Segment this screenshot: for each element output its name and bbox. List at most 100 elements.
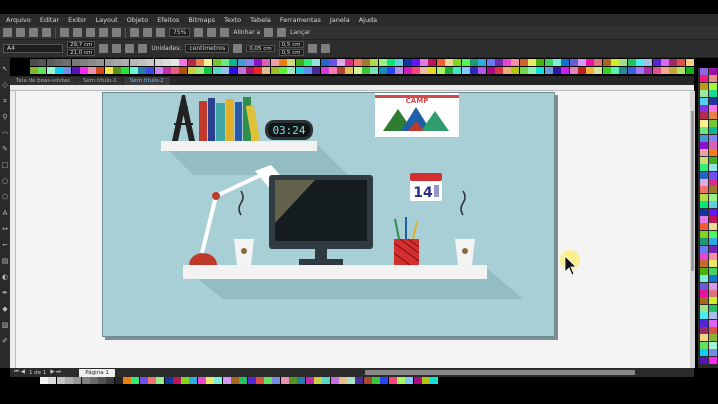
color-swatch[interactable]: [709, 68, 717, 75]
color-swatch[interactable]: [700, 230, 708, 238]
color-swatch[interactable]: [106, 377, 115, 384]
color-swatch[interactable]: [279, 59, 287, 66]
color-swatch[interactable]: [206, 377, 214, 384]
color-swatch[interactable]: [635, 59, 644, 66]
color-swatch[interactable]: [700, 216, 708, 223]
outline-pen-icon[interactable]: ✐: [1, 338, 9, 345]
color-swatch[interactable]: [312, 67, 321, 74]
color-swatch[interactable]: [700, 245, 708, 253]
color-swatch[interactable]: [700, 97, 708, 105]
color-swatch[interactable]: [312, 59, 321, 66]
color-swatch[interactable]: [46, 59, 55, 66]
color-swatch[interactable]: [528, 67, 536, 74]
color-swatch[interactable]: [386, 59, 395, 66]
color-swatch[interactable]: [700, 238, 708, 246]
scroll-thumb[interactable]: [691, 111, 694, 271]
color-swatch[interactable]: [700, 193, 708, 201]
color-swatch[interactable]: [347, 377, 356, 384]
color-swatch[interactable]: [709, 201, 717, 209]
color-swatch[interactable]: [445, 67, 453, 74]
cut-icon[interactable]: [60, 28, 69, 37]
color-swatch[interactable]: [709, 341, 717, 349]
color-swatch[interactable]: [569, 59, 578, 66]
color-swatch[interactable]: [79, 67, 88, 74]
drawing-page[interactable]: 03:24 CAMP 14: [102, 92, 555, 337]
color-swatch[interactable]: [64, 377, 73, 384]
zoom-tool-icon[interactable]: ⚲: [1, 114, 9, 121]
publish-pdf-icon[interactable]: [156, 28, 165, 37]
color-swatch[interactable]: [700, 164, 708, 172]
color-swatch[interactable]: [709, 267, 717, 275]
color-swatch[interactable]: [171, 59, 180, 66]
digital-clock[interactable]: 03:24: [265, 120, 313, 140]
color-swatch[interactable]: [511, 67, 520, 74]
color-swatch[interactable]: [212, 59, 221, 66]
desk-top[interactable]: [183, 265, 487, 279]
color-swatch[interactable]: [38, 59, 47, 66]
color-swatch[interactable]: [104, 59, 113, 66]
zoom-level-select[interactable]: 75%: [169, 28, 191, 37]
color-swatch[interactable]: [96, 67, 105, 74]
top-shelf[interactable]: [161, 141, 317, 151]
color-swatch[interactable]: [403, 59, 412, 66]
color-swatch[interactable]: [528, 59, 536, 66]
color-swatch[interactable]: [461, 59, 470, 66]
horizontal-scrollbar[interactable]: [365, 370, 635, 375]
color-swatch[interactable]: [337, 59, 346, 66]
color-swatch[interactable]: [709, 119, 717, 127]
color-swatch[interactable]: [197, 377, 206, 384]
color-swatch[interactable]: [237, 67, 246, 74]
color-swatch[interactable]: [669, 67, 678, 74]
copy-icon[interactable]: [73, 28, 82, 37]
color-swatch[interactable]: [71, 59, 80, 66]
color-swatch[interactable]: [700, 134, 708, 142]
color-swatch[interactable]: [700, 171, 708, 179]
color-swatch[interactable]: [229, 59, 238, 66]
color-swatch[interactable]: [129, 59, 138, 66]
color-swatch[interactable]: [709, 149, 717, 157]
color-swatch[interactable]: [709, 171, 717, 179]
color-swatch[interactable]: [709, 179, 717, 186]
document-tab[interactable]: Tela de boas-vindas: [10, 77, 77, 85]
color-swatch[interactable]: [700, 186, 708, 194]
nudge-distance-field[interactable]: 0,05 cm: [246, 45, 275, 52]
color-swatch[interactable]: [264, 377, 273, 384]
color-swatch[interactable]: [700, 253, 708, 260]
color-swatch[interactable]: [63, 59, 72, 66]
color-swatch[interactable]: [700, 267, 708, 275]
color-swatch[interactable]: [478, 67, 487, 74]
color-swatch[interactable]: [602, 59, 611, 66]
pick-tool-icon[interactable]: ↖: [1, 66, 9, 73]
color-swatch[interactable]: [709, 164, 717, 172]
color-swatch[interactable]: [38, 67, 47, 74]
color-swatch[interactable]: [700, 356, 708, 364]
color-swatch[interactable]: [245, 59, 254, 66]
color-swatch[interactable]: [370, 59, 379, 66]
next-page-icon[interactable]: ▶ ⏭: [50, 369, 61, 376]
menu-item[interactable]: Ferramentas: [280, 16, 321, 24]
color-swatch[interactable]: [220, 59, 229, 66]
color-swatch[interactable]: [619, 67, 628, 74]
color-swatch[interactable]: [295, 59, 304, 66]
color-swatch[interactable]: [287, 67, 296, 74]
color-swatch[interactable]: [627, 67, 636, 74]
color-swatch[interactable]: [453, 67, 462, 74]
color-swatch[interactable]: [709, 97, 717, 105]
import-icon[interactable]: [130, 28, 139, 37]
color-swatch[interactable]: [709, 304, 717, 312]
artistic-media-icon[interactable]: ✎: [1, 146, 9, 153]
document-tab[interactable]: Sem título-2: [123, 77, 170, 85]
color-swatch[interactable]: [270, 59, 279, 66]
color-swatch[interactable]: [709, 260, 717, 268]
color-swatch[interactable]: [709, 127, 717, 135]
color-swatch[interactable]: [420, 67, 429, 74]
color-swatch[interactable]: [709, 290, 717, 297]
color-swatch[interactable]: [709, 75, 717, 83]
polygon-tool-icon[interactable]: ⬠: [1, 194, 9, 201]
color-swatch[interactable]: [461, 67, 470, 74]
color-swatch[interactable]: [586, 67, 595, 74]
color-swatch[interactable]: [700, 349, 708, 357]
color-swatch[interactable]: [709, 334, 717, 342]
undo-icon[interactable]: [99, 28, 108, 37]
color-swatch[interactable]: [700, 223, 708, 231]
